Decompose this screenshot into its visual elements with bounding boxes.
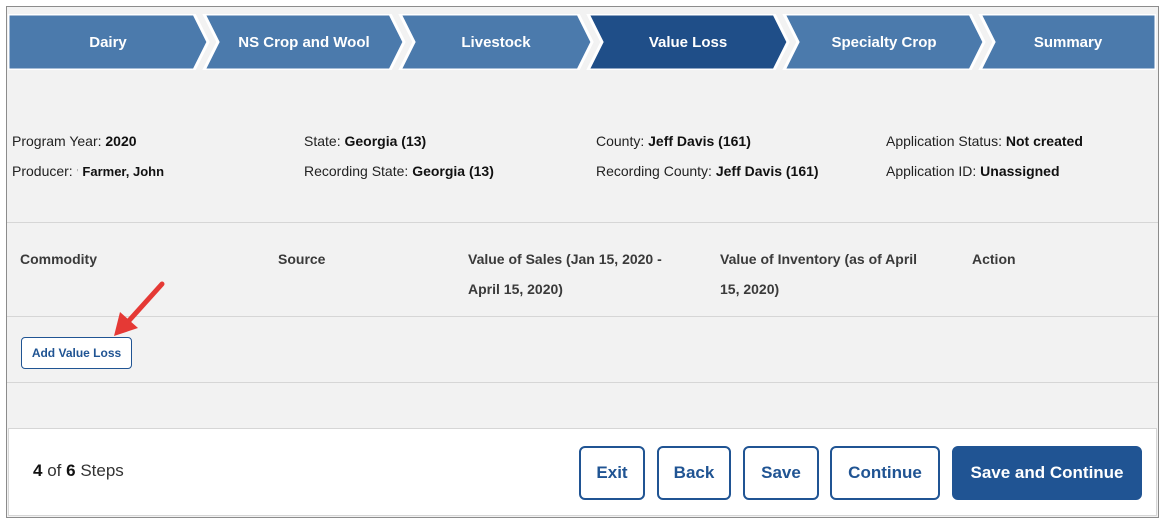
program-year: Program Year: 2020 bbox=[12, 133, 137, 149]
step-label: Dairy bbox=[89, 33, 127, 51]
save-button[interactable]: Save bbox=[743, 446, 819, 500]
divider bbox=[7, 316, 1158, 317]
step-label: Summary bbox=[1033, 33, 1103, 51]
step-label: Specialty Crop bbox=[831, 33, 937, 51]
step-specialty-crop[interactable]: Specialty Crop bbox=[784, 14, 984, 70]
application-status: Application Status: Not created bbox=[886, 133, 1083, 149]
footer-bar: 4 of 6 Steps Exit Back Save Continue Sav… bbox=[8, 428, 1157, 516]
exit-button[interactable]: Exit bbox=[579, 446, 645, 500]
header-action: Action bbox=[972, 251, 1016, 267]
step-ns-crop-and-wool[interactable]: NS Crop and Wool bbox=[204, 14, 404, 70]
header-value-of-sales: Value of Sales (Jan 15, 2020 - April 15,… bbox=[468, 251, 662, 297]
producer: Producer: ' Farmer, John bbox=[12, 163, 165, 179]
divider bbox=[7, 382, 1158, 383]
continue-button[interactable]: Continue bbox=[830, 446, 940, 500]
step-dairy[interactable]: Dairy bbox=[8, 14, 208, 70]
divider bbox=[7, 222, 1158, 223]
info-column-2: State: Georgia (13) Recording State: Geo… bbox=[304, 126, 494, 186]
wizard-steps: Dairy NS Crop and Wool Livestock Value L… bbox=[8, 14, 1156, 70]
info-column-1: Program Year: 2020 Producer: ' Farmer, J… bbox=[12, 126, 164, 189]
info-column-3: County: Jeff Davis (161) Recording Count… bbox=[596, 126, 819, 186]
recording-state: Recording State: Georgia (13) bbox=[304, 163, 494, 179]
step-label: NS Crop and Wool bbox=[238, 33, 370, 51]
application-id: Application ID: Unassigned bbox=[886, 163, 1060, 179]
back-button[interactable]: Back bbox=[657, 446, 731, 500]
step-value-loss[interactable]: Value Loss bbox=[588, 14, 788, 70]
state: State: Georgia (13) bbox=[304, 133, 427, 149]
header-commodity: Commodity bbox=[20, 251, 97, 267]
red-arrow-icon bbox=[114, 281, 165, 336]
header-value-of-inventory: Value of Inventory (as of April 15, 2020… bbox=[720, 251, 918, 297]
step-livestock[interactable]: Livestock bbox=[400, 14, 592, 70]
step-label: Value Loss bbox=[648, 33, 728, 51]
step-counter: 4 of 6 Steps bbox=[33, 461, 124, 480]
step-label: Livestock bbox=[461, 33, 531, 51]
step-summary[interactable]: Summary bbox=[980, 14, 1156, 70]
recording-county: Recording County: Jeff Davis (161) bbox=[596, 163, 819, 179]
save-and-continue-button[interactable]: Save and Continue bbox=[952, 446, 1142, 500]
info-column-4: Application Status: Not created Applicat… bbox=[886, 126, 1083, 186]
county: County: Jeff Davis (161) bbox=[596, 133, 751, 149]
header-source: Source bbox=[278, 251, 326, 267]
add-value-loss-button[interactable]: Add Value Loss bbox=[21, 337, 132, 369]
